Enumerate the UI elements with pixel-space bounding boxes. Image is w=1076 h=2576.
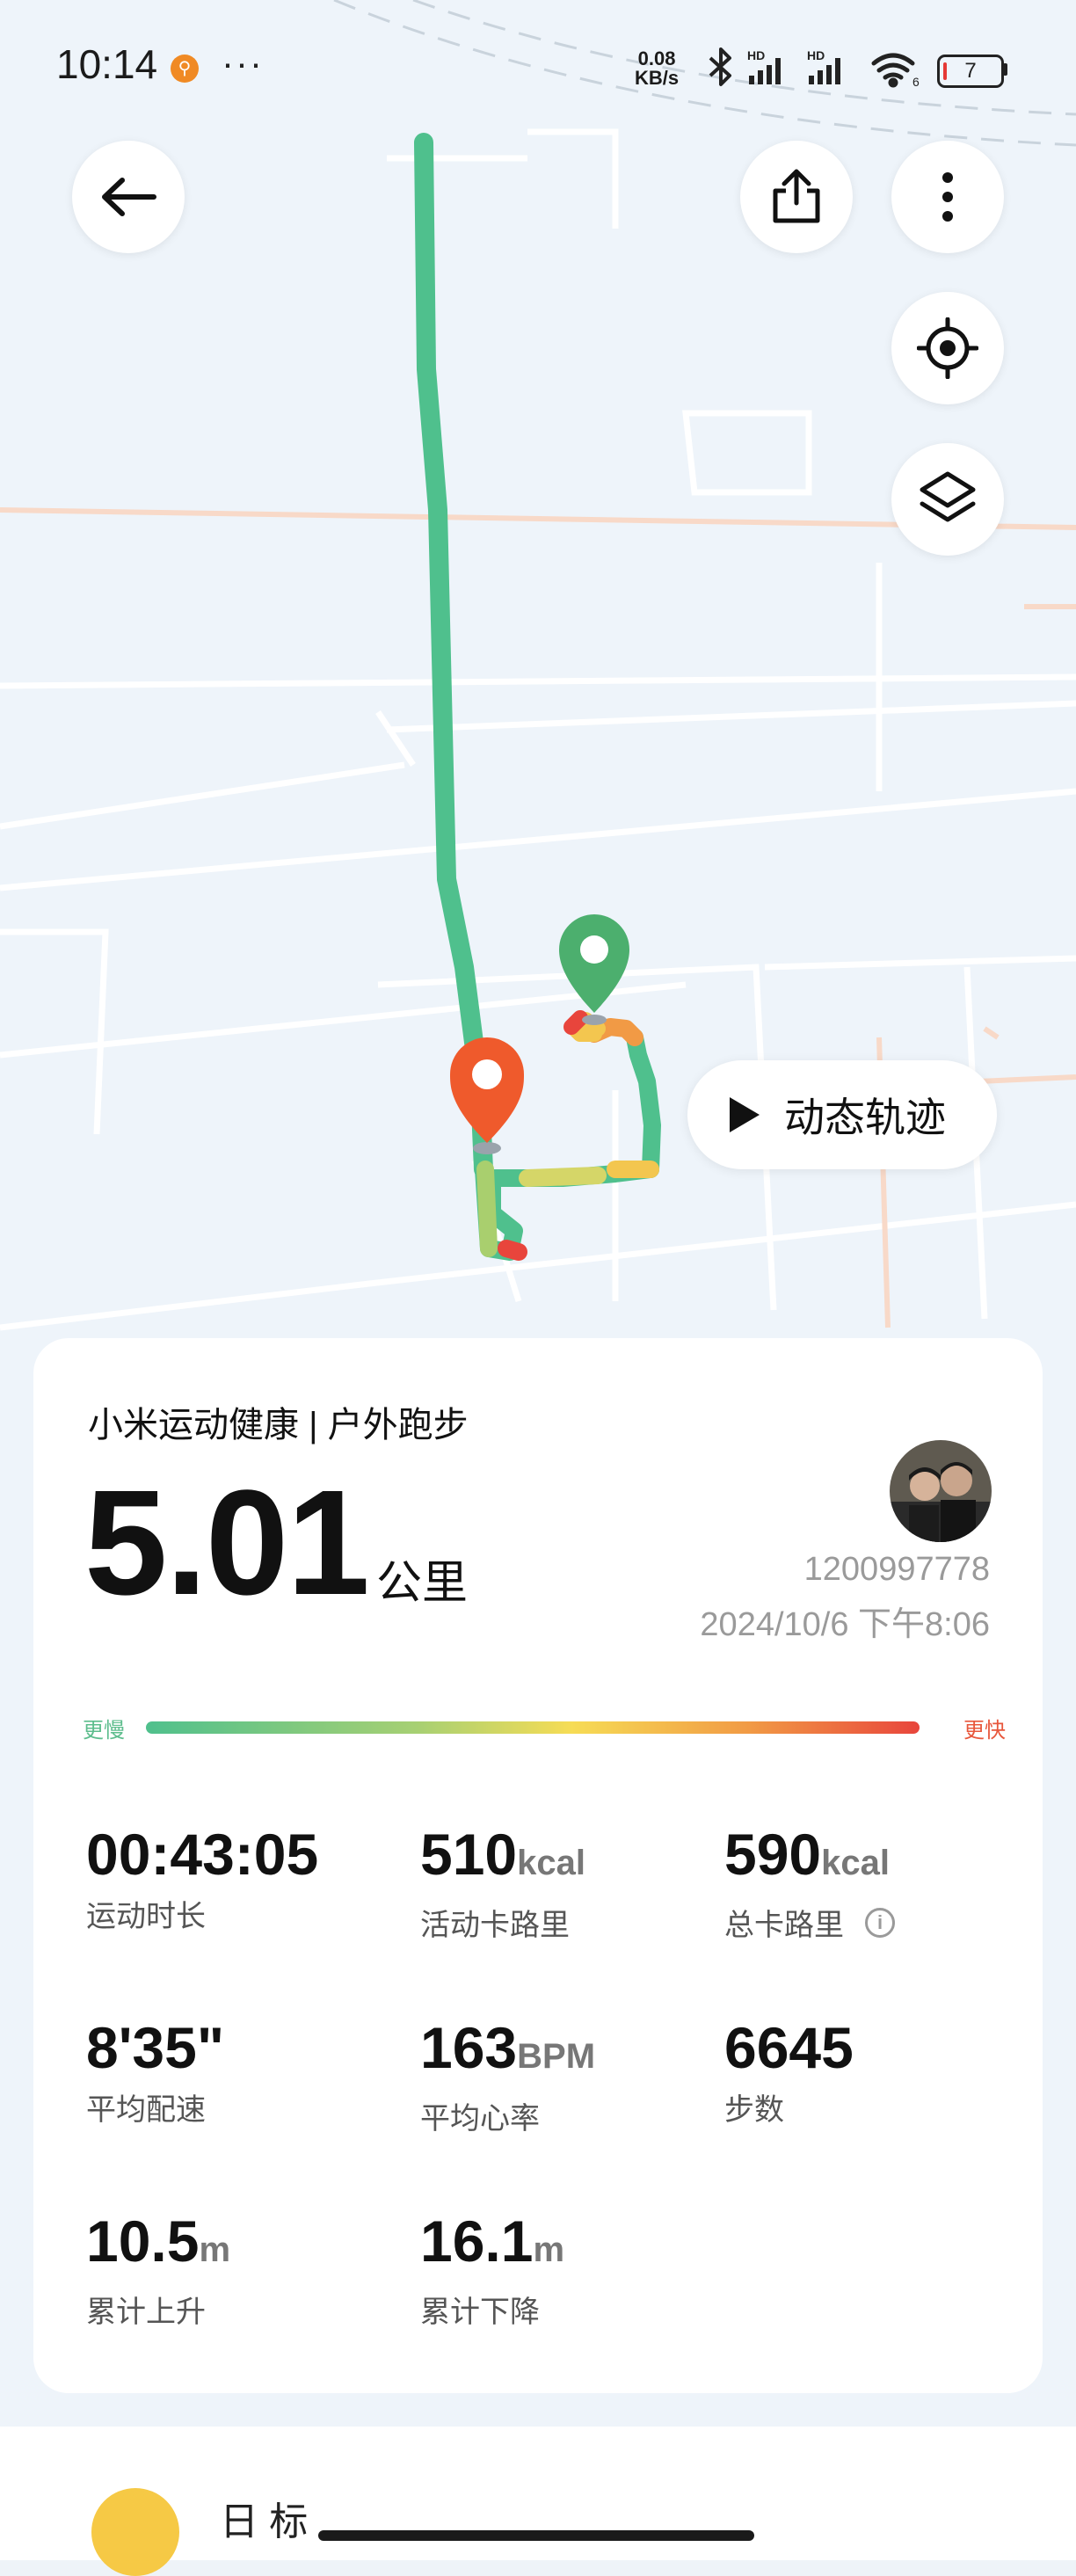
status-bar: 10:14 ⚲ ··· 0.08 KB/s HD HD 6 7: [0, 0, 1076, 141]
workout-datetime: 2024/10/6 下午8:06: [700, 1606, 990, 1643]
distance-value: 5.01: [84, 1459, 370, 1626]
stat-elevation-gain: 10.5m 累计上升: [86, 2209, 231, 2329]
wifi-icon: [871, 53, 915, 88]
info-icon[interactable]: i: [865, 1907, 895, 1938]
share-icon: [773, 169, 820, 223]
user-id: 1200997778: [803, 1551, 990, 1588]
more-vertical-icon: [942, 172, 953, 222]
stat-avg-heart-rate: 163BPM 平均心率: [420, 2015, 596, 2136]
distance-unit: 公里: [376, 1558, 469, 1609]
app-notification-icon: ⚲: [171, 55, 199, 83]
stat-elevation-loss: 16.1m 累计下降: [420, 2209, 565, 2329]
status-icons: HD HD 6: [709, 47, 920, 89]
back-button[interactable]: [72, 141, 185, 253]
signal-hd-icon: HD: [807, 48, 840, 84]
more-dots-icon: ···: [222, 42, 264, 84]
stat-steps: 6645 步数: [724, 2015, 854, 2127]
locate-icon: [917, 317, 978, 379]
more-button[interactable]: [891, 141, 1004, 253]
svg-text:6: 6: [912, 75, 920, 89]
dynamic-track-label: 动态轨迹: [784, 1095, 946, 1140]
signal-hd-icon: HD: [747, 48, 781, 84]
share-button[interactable]: [740, 141, 853, 253]
section-icon: [91, 2488, 179, 2576]
section-title-partial: 日 标: [220, 2500, 309, 2543]
layers-icon: [920, 471, 976, 522]
home-indicator[interactable]: [318, 2530, 754, 2541]
stat-avg-pace: 8'35" 平均配速: [86, 2015, 225, 2127]
battery-icon: 7: [937, 55, 1004, 88]
user-avatar[interactable]: [890, 1440, 992, 1542]
play-icon: [730, 1097, 760, 1132]
pace-color-scale: 更慢 更快: [83, 1713, 1006, 1743]
pace-fast-label: 更快: [963, 1719, 1006, 1743]
back-arrow-icon: [102, 178, 156, 216]
net-speed: 0.08 KB/s: [635, 47, 680, 89]
pace-gradient-bar: [146, 1721, 920, 1734]
stat-total-calories: 590kcal 总卡路里 i: [724, 1823, 895, 1944]
dynamic-track-button[interactable]: 动态轨迹: [687, 1060, 997, 1169]
workout-summary-card: 小米运动健康 | 户外跑步 5.01 公里 1200997778 2024/10…: [33, 1338, 1043, 2393]
stat-duration: 00:43:05 运动时长: [86, 1822, 319, 1933]
svg-text:HD: HD: [747, 48, 765, 62]
stat-active-calories: 510kcal 活动卡路里: [420, 1822, 585, 1942]
pace-slow-label: 更慢: [83, 1719, 125, 1743]
layers-button[interactable]: [891, 443, 1004, 556]
workout-title: 小米运动健康 | 户外跑步: [88, 1406, 469, 1444]
bluetooth-icon: [709, 47, 731, 86]
status-time: 10:14: [56, 41, 158, 87]
svg-text:HD: HD: [807, 48, 825, 62]
locate-button[interactable]: [891, 292, 1004, 404]
